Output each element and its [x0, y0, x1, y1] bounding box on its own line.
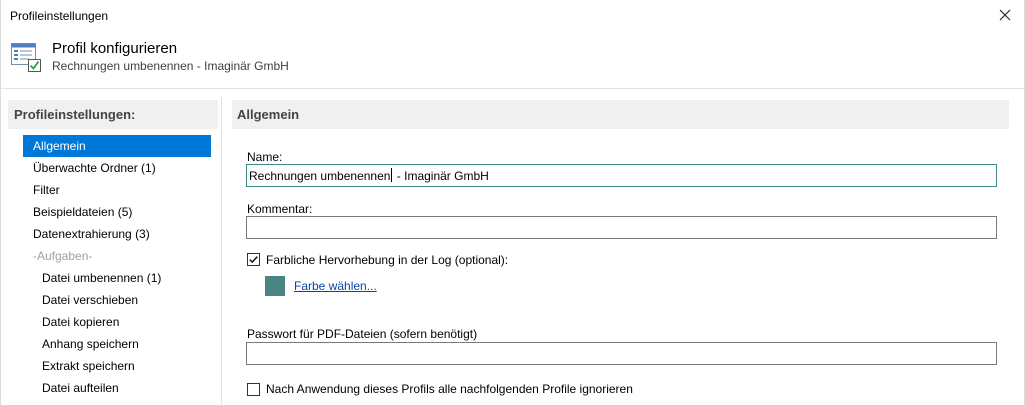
sidebar-section-aufgaben: -Aufgaben- — [33, 249, 93, 263]
pdf-password-input[interactable] — [246, 342, 997, 365]
profile-config-icon — [10, 41, 42, 73]
general-settings-panel: Allgemein Name: Rechnungen umbenennen - … — [232, 100, 1009, 405]
sidebar-item-beispieldateien[interactable]: Beispieldateien (5) — [23, 201, 211, 223]
sidebar-item-datei-umbenennen[interactable]: Datei umbenennen (1) — [23, 267, 211, 289]
sidebar-heading: Profileinstellungen: — [8, 100, 218, 129]
sidebar-item-allgemein[interactable]: Allgemein — [23, 135, 211, 157]
dialog-heading: Profil konfigurieren — [52, 40, 178, 57]
panel-divider — [221, 97, 222, 405]
header-divider — [1, 88, 1024, 89]
sidebar-item-datei-kopieren[interactable]: Datei kopieren — [23, 311, 211, 333]
comment-input[interactable] — [246, 216, 997, 239]
choose-color-link[interactable]: Farbe wählen... — [294, 279, 377, 293]
window-title: Profileinstellungen — [10, 9, 109, 23]
title-bar: Profileinstellungen — [1, 0, 1024, 32]
sidebar-item-datenextrahierung[interactable]: Datenextrahierung (3) — [23, 223, 211, 245]
name-label: Name: — [247, 150, 283, 164]
sidebar-item-filter[interactable]: Filter — [23, 179, 211, 201]
profile-settings-window: Profileinstellungen Profil konfigurieren… — [0, 0, 1025, 405]
ignore-following-profiles-label: Nach Anwendung dieses Profils alle nachf… — [266, 382, 633, 396]
comment-label: Kommentar: — [247, 202, 313, 216]
sidebar-item-datei-aufteilen[interactable]: Datei aufteilen — [23, 377, 211, 399]
ignore-following-profiles-checkbox[interactable] — [247, 383, 260, 396]
sidebar-item-extrakt-speichern[interactable]: Extrakt speichern — [23, 355, 211, 377]
settings-sidebar: Profileinstellungen: Allgemein Überwacht… — [8, 100, 218, 405]
sidebar-nav: Allgemein Überwachte Ordner (1) Filter B… — [8, 135, 218, 399]
checkmark-icon — [249, 256, 258, 264]
dialog-header: Profil konfigurieren Rechnungen umbenenn… — [1, 32, 1024, 88]
highlight-label: Farbliche Hervorhebung in der Log (optio… — [266, 253, 509, 267]
sidebar-item-anhang-speichern[interactable]: Anhang speichern — [23, 333, 211, 355]
close-icon[interactable] — [996, 6, 1014, 24]
name-value-before-caret: Rechnungen umbenennen — [249, 169, 391, 183]
sidebar-item-datei-verschieben[interactable]: Datei verschieben — [23, 289, 211, 311]
password-label: Passwort für PDF-Dateien (sofern benötig… — [247, 327, 478, 341]
dialog-subheading: Rechnungen umbenennen - Imaginär GmbH — [52, 59, 289, 73]
highlight-checkbox[interactable] — [247, 253, 260, 266]
name-value-after-caret: - Imaginär GmbH — [393, 169, 489, 183]
sidebar-item-ueberwachte-ordner[interactable]: Überwachte Ordner (1) — [23, 157, 211, 179]
highlight-color-swatch[interactable] — [265, 276, 285, 296]
section-heading: Allgemein — [232, 100, 1009, 129]
name-input[interactable]: Rechnungen umbenennen - Imaginär GmbH — [246, 164, 997, 187]
